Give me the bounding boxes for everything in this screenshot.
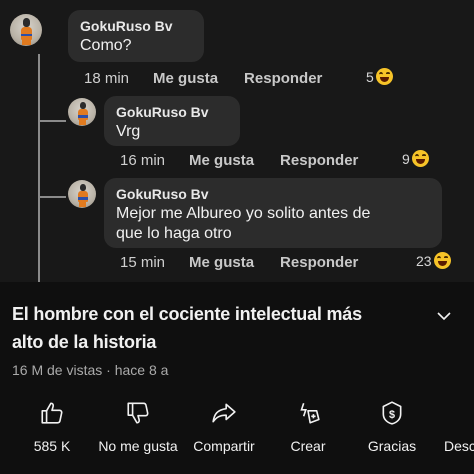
share-icon xyxy=(212,403,236,423)
comment-actions: 18 min Me gusta Responder xyxy=(84,68,322,88)
comment-bubble: GokuRuso Bv Vrg xyxy=(104,96,240,146)
thread-line xyxy=(38,54,40,282)
like-count: 585 K xyxy=(33,438,71,454)
share-button[interactable]: Compartir xyxy=(186,396,262,462)
video-title-line: alto de la historia xyxy=(12,332,157,352)
laughing-emoji-icon xyxy=(433,252,451,269)
laughing-emoji-icon xyxy=(411,150,429,167)
comment-author[interactable]: GokuRuso Bv xyxy=(80,18,192,34)
comment-text: Vrg xyxy=(116,123,141,140)
thread-branch xyxy=(38,120,66,122)
comment-author[interactable]: GokuRuso Bv xyxy=(116,186,430,202)
comment-text-line: Mejor me Albureo yo solito antes de xyxy=(116,205,371,222)
download-label: Desc xyxy=(444,438,474,454)
comment-actions: 15 min Me gusta Responder xyxy=(120,252,358,272)
comment-author[interactable]: GokuRuso Bv xyxy=(116,104,228,120)
comment-text-line: que lo haga otro xyxy=(116,225,232,242)
thanks-label: Gracias xyxy=(367,438,417,454)
thanks-icon: $ xyxy=(382,401,402,425)
thumbs-up-icon xyxy=(41,402,63,424)
download-button[interactable]: Desc xyxy=(420,396,474,462)
video-info-panel: El hombre con el cociente intelectual má… xyxy=(0,282,474,474)
thread-branch xyxy=(38,196,66,198)
video-title-line: El hombre con el cociente intelectual má… xyxy=(12,304,362,324)
comment-bubble: GokuRuso Bv Mejor me Albureo yo solito a… xyxy=(104,178,442,248)
dislike-label: No me gusta xyxy=(98,438,178,454)
reply-button[interactable]: Responder xyxy=(280,152,358,169)
video-title[interactable]: El hombre con el cociente intelectual má… xyxy=(12,300,402,356)
like-button[interactable]: Me gusta xyxy=(189,254,254,271)
like-button[interactable]: Me gusta xyxy=(189,152,254,169)
reaction-count: 9 xyxy=(402,150,410,167)
avatar[interactable] xyxy=(68,180,96,208)
dislike-button[interactable]: No me gusta xyxy=(98,396,178,462)
reaction-count: 5 xyxy=(366,68,374,85)
comment-time: 15 min xyxy=(120,253,166,271)
laughing-emoji-icon xyxy=(375,68,393,85)
svg-text:$: $ xyxy=(389,409,395,421)
avatar[interactable] xyxy=(68,98,96,126)
chevron-down-icon[interactable] xyxy=(436,308,452,324)
comment-text: Como? xyxy=(80,37,132,54)
reaction-badge[interactable]: 5 xyxy=(366,68,393,85)
comment-thread: GokuRuso Bv Como? 18 min Me gusta Respon… xyxy=(0,0,474,282)
create-label: Crear xyxy=(290,438,326,454)
avatar[interactable] xyxy=(10,14,42,46)
thumbs-down-icon xyxy=(127,402,149,424)
like-video-button[interactable]: 585 K xyxy=(14,396,90,462)
reply-button[interactable]: Responder xyxy=(244,70,322,87)
reaction-badge[interactable]: 23 xyxy=(416,252,451,269)
reaction-count: 23 xyxy=(416,252,432,269)
video-meta[interactable]: 16 M de vistas · hace 8 a xyxy=(12,362,168,378)
reply-button[interactable]: Responder xyxy=(280,254,358,271)
reaction-badge[interactable]: 9 xyxy=(402,150,429,167)
create-icon xyxy=(300,402,320,424)
comment-actions: 16 min Me gusta Responder xyxy=(120,150,358,170)
create-button[interactable]: Crear xyxy=(270,396,346,462)
share-label: Compartir xyxy=(193,438,255,454)
comment-time: 18 min xyxy=(84,69,130,87)
comment-time: 16 min xyxy=(120,151,166,169)
comment-bubble: GokuRuso Bv Como? xyxy=(68,10,204,62)
thanks-button[interactable]: $ Gracias xyxy=(354,396,430,462)
like-button[interactable]: Me gusta xyxy=(153,70,218,87)
